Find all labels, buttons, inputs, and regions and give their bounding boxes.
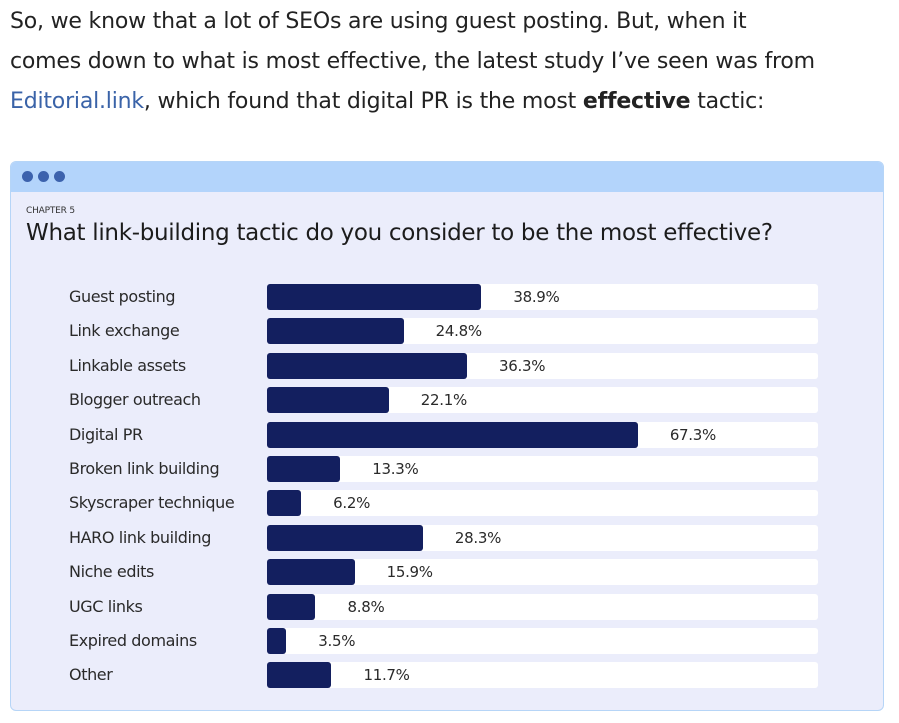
value-label: 15.9%	[386, 563, 433, 582]
value-label: 67.3%	[669, 425, 716, 444]
bar	[267, 559, 355, 586]
bar	[267, 284, 482, 310]
value-label: 24.8%	[435, 322, 482, 341]
chart-row: Broken link building 13.3%	[11, 456, 883, 482]
category-label: UGC links	[69, 596, 143, 616]
chart-row: Digital PR 67.3%	[11, 421, 883, 448]
bar	[267, 352, 467, 379]
chart-row: Linkable assets 36.3%	[11, 352, 883, 379]
bar	[267, 318, 404, 345]
intro-line-3: , which found that digital PR is the mos…	[143, 89, 583, 114]
chart-row: Skyscraper technique 6.2%	[11, 490, 883, 517]
chart-row: UGC links 8.8%	[11, 593, 883, 620]
window-dot-icon	[54, 171, 65, 182]
bar	[267, 387, 389, 414]
category-label: Linkable assets	[69, 355, 186, 375]
value-label: 38.9%	[513, 288, 560, 306]
category-label: Other	[69, 665, 113, 685]
bar-track: 8.8%	[267, 593, 818, 620]
category-label: Skyscraper technique	[69, 493, 235, 513]
intro-line-1: So, we know that a lot of SEOs are using…	[10, 9, 747, 34]
category-label: Broken link building	[69, 459, 220, 478]
value-label: 13.3%	[372, 460, 419, 478]
value-label: 28.3%	[454, 528, 502, 547]
intro-line-3-end: tactic:	[690, 89, 765, 114]
chart-row: Other 11.7%	[11, 662, 883, 689]
chapter-label: CHAPTER 5	[26, 206, 75, 216]
category-label: HARO link building	[69, 527, 212, 547]
window-dot-icon	[38, 171, 49, 182]
bar-track: 6.2%	[267, 490, 818, 517]
window-header	[11, 162, 883, 192]
chart-row: Guest posting 38.9%	[11, 284, 883, 310]
bar	[267, 524, 423, 551]
bar-track: 38.9%	[267, 284, 818, 310]
value-label: 11.7%	[363, 666, 410, 685]
chart-row: Link exchange 24.8%	[11, 318, 883, 345]
bar	[267, 662, 332, 689]
bar	[267, 593, 316, 620]
bar-track: 22.1%	[267, 387, 818, 414]
bar-track: 28.3%	[267, 524, 818, 551]
bar-track: 36.3%	[267, 352, 818, 379]
intro-line-2: comes down to what is most effective, th…	[10, 49, 815, 74]
bar	[267, 628, 287, 654]
chart-row: Blogger outreach 22.1%	[11, 387, 883, 414]
window-dot-icon	[22, 171, 33, 182]
chart-row: Expired domains 3.5%	[11, 628, 883, 654]
bar	[267, 421, 638, 448]
intro-bold-effective: effective	[582, 89, 691, 114]
bar	[267, 490, 302, 517]
category-label: Expired domains	[69, 631, 197, 650]
chart-title: What link-building tactic do you conside…	[26, 220, 773, 246]
bar-track: 24.8%	[267, 318, 818, 345]
editorial-link[interactable]: Editorial.link	[10, 89, 144, 114]
category-label: Blogger outreach	[69, 390, 201, 410]
chart-card: CHAPTER 5 What link-building tactic do y…	[10, 161, 884, 711]
bar-track: 11.7%	[267, 662, 818, 689]
value-label: 36.3%	[499, 356, 546, 375]
chart-row: Niche edits 15.9%	[11, 559, 883, 586]
value-label: 22.1%	[420, 391, 467, 410]
category-label: Link exchange	[69, 321, 180, 341]
bar-track: 67.3%	[267, 421, 818, 448]
category-label: Digital PR	[69, 424, 143, 444]
category-label: Guest posting	[69, 287, 176, 306]
chart-row: HARO link building 28.3%	[11, 524, 883, 551]
bar	[267, 456, 341, 482]
value-label: 8.8%	[347, 597, 385, 616]
category-label: Niche edits	[69, 562, 154, 582]
intro-paragraph: So, we know that a lot of SEOs are using…	[10, 2, 895, 122]
value-label: 6.2%	[333, 494, 371, 513]
bar-track: 3.5%	[267, 628, 818, 654]
value-label: 3.5%	[318, 632, 356, 650]
bar-track: 15.9%	[267, 559, 818, 586]
bar-track: 13.3%	[267, 456, 818, 482]
